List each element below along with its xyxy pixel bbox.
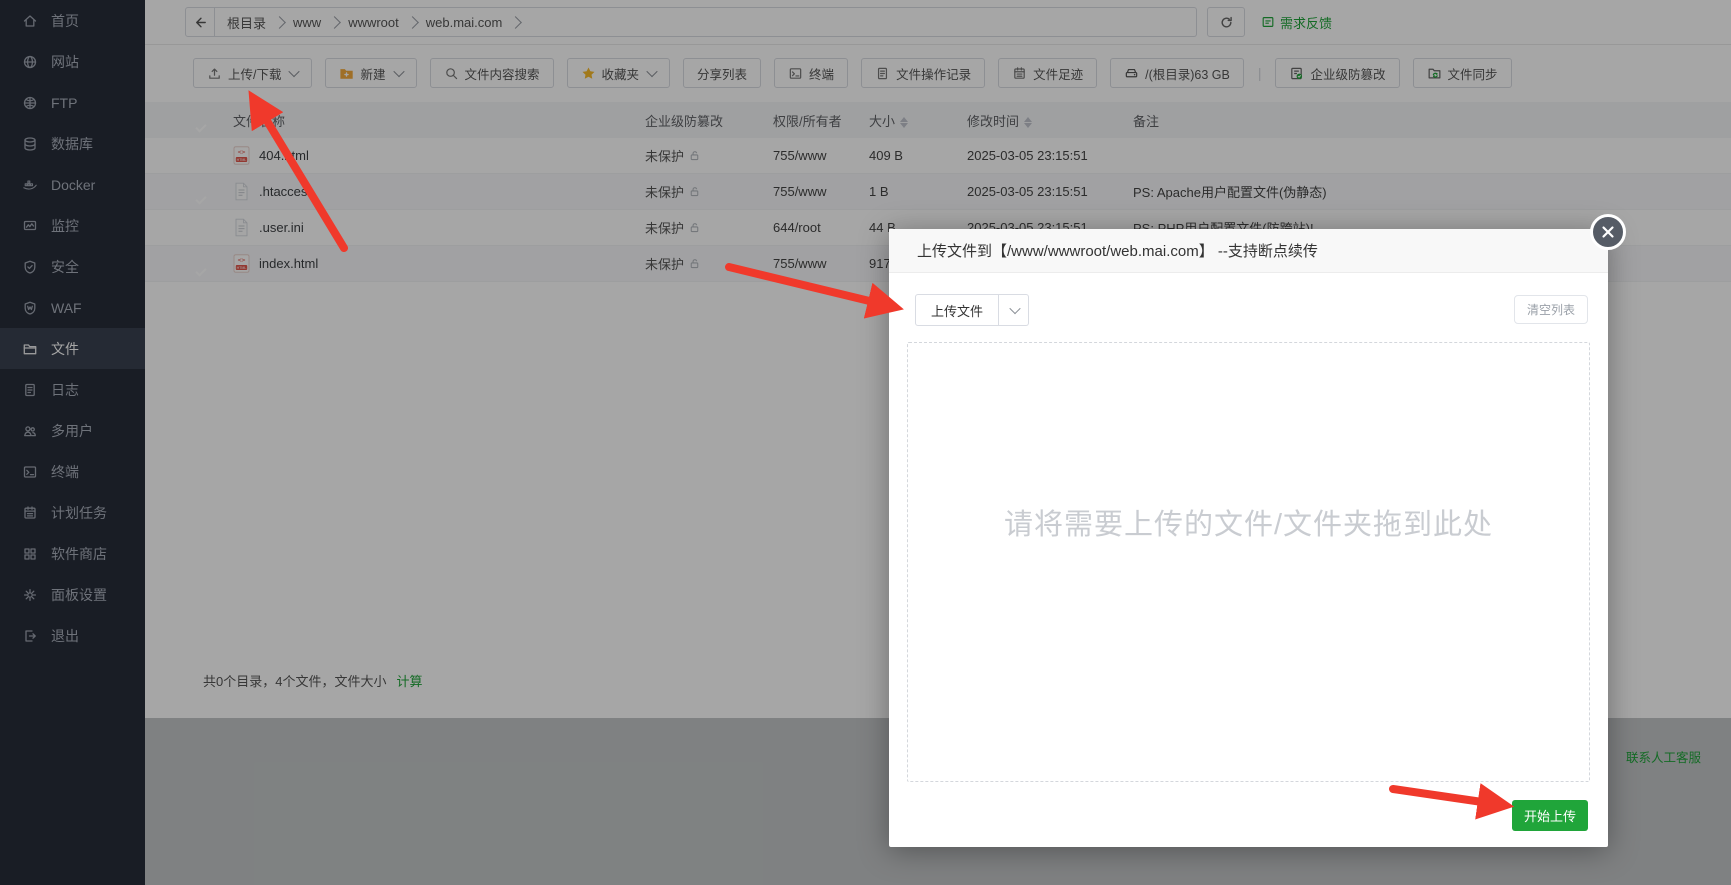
upload-type-dropdown[interactable] xyxy=(999,294,1030,326)
upload-dialog: 上传文件到【/www/wwwroot/web.mai.com】 --支持断点续传… xyxy=(889,214,1626,847)
upload-dialog-title: 上传文件到【/www/wwwroot/web.mai.com】 --支持断点续传 xyxy=(889,229,1608,273)
close-icon xyxy=(1602,226,1614,238)
chevron-down-icon xyxy=(1009,302,1021,315)
dropzone-hint: 请将需要上传的文件/文件夹拖到此处 xyxy=(1003,509,1494,541)
upload-file-split-button: 上传文件 xyxy=(915,294,1030,326)
upload-file-button[interactable]: 上传文件 xyxy=(915,294,1000,326)
upload-dropzone[interactable]: 请将需要上传的文件/文件夹拖到此处 xyxy=(907,342,1590,782)
start-upload-button[interactable]: 开始上传 xyxy=(1511,800,1588,831)
clear-list-button[interactable]: 清空列表 xyxy=(1514,295,1588,324)
dialog-close-button[interactable] xyxy=(1590,214,1626,250)
